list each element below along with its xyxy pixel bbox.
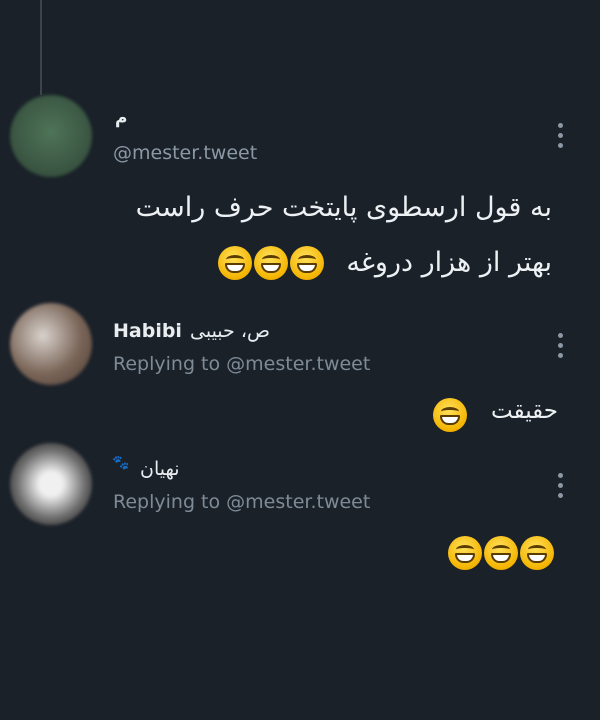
more-options-icon[interactable] — [556, 123, 564, 148]
tweet-text: حقیقت — [490, 398, 558, 424]
author-name-farsi[interactable]: ص، حبیبی — [190, 320, 270, 342]
more-options-icon[interactable] — [556, 473, 564, 498]
avatar[interactable] — [10, 303, 92, 385]
replying-to-label[interactable]: Replying to @mester.tweet — [113, 353, 370, 375]
laughing-face-icon — [254, 246, 288, 280]
avatar[interactable] — [10, 443, 92, 525]
emoji-row — [433, 398, 467, 432]
author-name[interactable]: م — [115, 108, 127, 128]
laughing-face-icon — [520, 536, 554, 570]
tweet-text-line-2: بهتر از هزار دروغه — [346, 247, 552, 278]
laughing-face-icon — [290, 246, 324, 280]
laughing-face-icon — [218, 246, 252, 280]
tweet-text-line-1: به قول ارسطوی پایتخت حرف راست — [135, 192, 552, 223]
author-name-latin[interactable]: Habibi — [113, 320, 182, 342]
emoji-row — [218, 246, 324, 280]
author-handle[interactable]: @mester.tweet — [113, 142, 257, 164]
avatar[interactable] — [10, 95, 92, 177]
emoji-row — [448, 536, 554, 570]
thread-line — [40, 0, 42, 95]
replying-to-label[interactable]: Replying to @mester.tweet — [113, 491, 370, 513]
laughing-face-icon — [433, 398, 467, 432]
laughing-face-icon — [448, 536, 482, 570]
paw-prints-icon: 🐾 — [112, 455, 130, 471]
more-options-icon[interactable] — [556, 333, 564, 358]
laughing-face-icon — [484, 536, 518, 570]
author-name[interactable]: نهیان — [140, 458, 180, 480]
